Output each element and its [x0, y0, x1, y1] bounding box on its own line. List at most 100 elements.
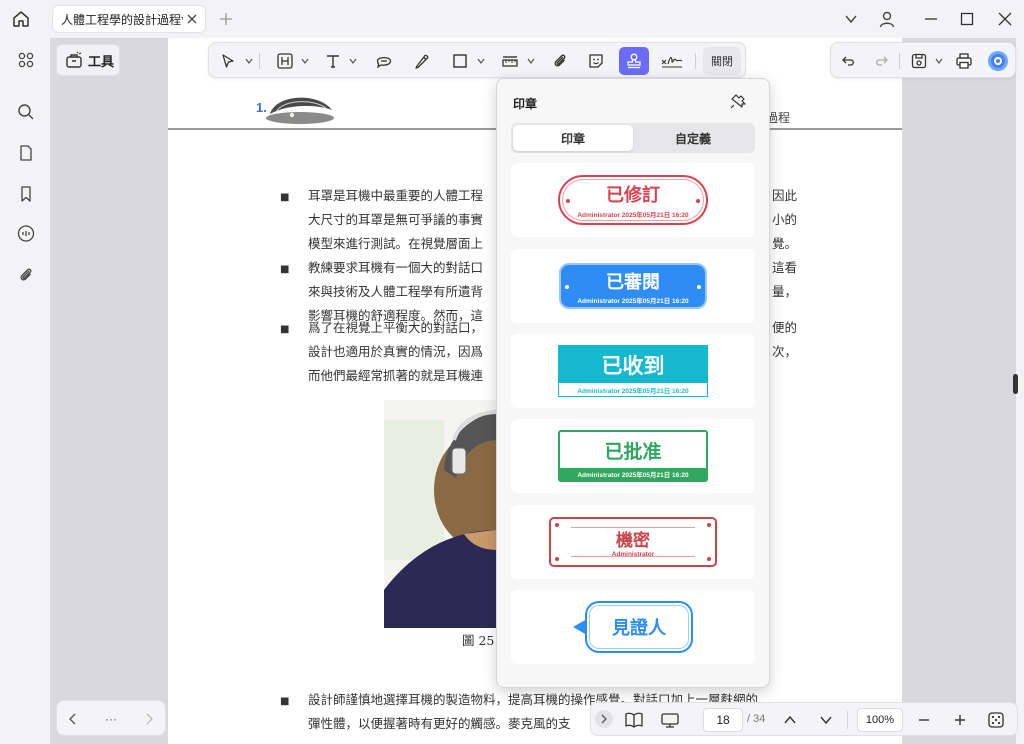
- stamp-received-card[interactable]: 已收到 Administrator 2025年05月21日 16:20: [511, 334, 755, 408]
- measure-tool-caret[interactable]: [527, 57, 535, 65]
- figure-image: [384, 400, 498, 628]
- oyster-logo: [262, 90, 338, 126]
- save-button[interactable]: [907, 47, 931, 75]
- plus-icon: [220, 13, 232, 25]
- close-window-button[interactable]: [994, 8, 1016, 30]
- tools-button[interactable]: 工具: [56, 44, 120, 76]
- new-tab-button[interactable]: [216, 9, 236, 29]
- chevron-right-icon: [146, 713, 153, 725]
- tab-stamps[interactable]: 印章: [513, 125, 633, 151]
- account-button[interactable]: [876, 8, 898, 30]
- next-button[interactable]: [139, 709, 159, 729]
- toolbar-divider: [695, 53, 696, 69]
- stamp-tool[interactable]: [619, 47, 649, 75]
- document-tab-label: 人體工程學的設計過程*: [61, 12, 183, 27]
- sidebar-pager: ···: [56, 700, 166, 736]
- text-icon: [327, 55, 339, 68]
- shape-tool-caret[interactable]: [477, 57, 485, 65]
- ai-assistant-icon: [988, 51, 1008, 71]
- toolbox-icon: [66, 51, 82, 68]
- stamp-reviewed: 已審閱 Administrator 2025年05月21日 16:20: [559, 263, 707, 309]
- stamp-revised-card[interactable]: 已修訂 Administrator 2025年05月21日 16:20: [511, 163, 755, 237]
- annotation-toolbar: 關閉: [208, 42, 746, 78]
- shape-tool[interactable]: [447, 47, 473, 75]
- zoom-out-button[interactable]: [913, 709, 935, 731]
- window-menu-button[interactable]: [840, 8, 862, 30]
- vertical-scrollbar-thumb[interactable]: [1013, 374, 1018, 394]
- presentation-icon: [661, 713, 679, 728]
- print-button[interactable]: [951, 47, 977, 75]
- close-toolbar-button[interactable]: 關閉: [703, 47, 741, 75]
- minimize-button[interactable]: [920, 8, 942, 30]
- tab-custom[interactable]: 自定義: [633, 125, 753, 151]
- highlight-tool[interactable]: [273, 47, 297, 75]
- page-number-input[interactable]: 18: [703, 708, 743, 732]
- stamp-icon: [627, 53, 641, 69]
- previous-button[interactable]: [63, 709, 83, 729]
- search-button[interactable]: [14, 100, 38, 124]
- close-tab-button[interactable]: [183, 10, 201, 28]
- chevron-right-icon: [601, 714, 607, 724]
- fit-page-icon: [988, 712, 1004, 728]
- thumbnails-button[interactable]: [14, 48, 38, 72]
- stamp-received: 已收到 Administrator 2025年05月21日 16:20: [558, 345, 708, 397]
- maximize-button[interactable]: [956, 8, 978, 30]
- reading-mode-button[interactable]: [623, 709, 645, 731]
- chevron-down-icon: [527, 58, 535, 64]
- stamp-approved-card[interactable]: 已批准 Administrator 2025年05月21日 16:20: [511, 419, 755, 493]
- zoom-level-input[interactable]: 100%: [857, 708, 903, 732]
- zoom-in-button[interactable]: [949, 709, 971, 731]
- pages-button[interactable]: [14, 141, 38, 165]
- stamp-panel-title: 印章: [513, 97, 538, 111]
- undo-icon: [842, 56, 854, 66]
- next-page-button[interactable]: [815, 709, 837, 731]
- fit-page-button[interactable]: [985, 709, 1007, 731]
- stamp-revised: 已修訂 Administrator 2025年05月21日 16:20: [558, 175, 708, 225]
- right-toolbar: [830, 42, 1016, 78]
- collapse-bar-button[interactable]: [595, 710, 613, 728]
- stamp-text: 已審閱: [606, 271, 660, 292]
- save-options-caret[interactable]: [935, 57, 943, 65]
- redo-button[interactable]: [869, 47, 893, 75]
- bookmark-icon: [21, 186, 31, 202]
- text-tool-caret[interactable]: [349, 57, 357, 65]
- stamp-witness-card[interactable]: 見證人: [511, 590, 755, 664]
- more-button[interactable]: ···: [101, 709, 121, 729]
- signature-tool[interactable]: [657, 47, 687, 75]
- book-icon: [625, 712, 643, 728]
- stamp-text: 已收到: [559, 346, 707, 383]
- pin-icon: [730, 94, 746, 109]
- ai-assistant-button[interactable]: [985, 47, 1011, 75]
- pin-panel-button[interactable]: [729, 91, 749, 111]
- cursor-icon: [222, 54, 234, 68]
- text-tool[interactable]: [321, 47, 345, 75]
- presentation-button[interactable]: [659, 709, 681, 731]
- paragraph-1-right: 因此 小的 覺。: [772, 188, 798, 251]
- measure-tool[interactable]: [497, 47, 523, 75]
- plus-icon: [955, 715, 965, 725]
- highlight-tool-caret[interactable]: [301, 57, 309, 65]
- attach-tool[interactable]: [547, 47, 573, 75]
- stamp-text: 見證人: [585, 601, 693, 653]
- select-tool-caret[interactable]: [245, 57, 253, 65]
- stamp-reviewed-card[interactable]: 已審閱 Administrator 2025年05月21日 16:20: [511, 249, 755, 323]
- paperclip-icon: [20, 268, 32, 281]
- toolbar-divider: [847, 711, 848, 729]
- document-tab[interactable]: 人體工程學的設計過程*: [52, 5, 206, 33]
- stamp-panel: 印章 印章 自定義 已修訂 Administrator 2025年05月21日 …: [496, 78, 770, 688]
- home-button[interactable]: [10, 8, 32, 30]
- attachments-button[interactable]: [14, 263, 38, 287]
- stamp-approved: 已批准 Administrator 2025年05月21日 16:20: [558, 430, 708, 482]
- undo-button[interactable]: [837, 47, 861, 75]
- comment-tool[interactable]: [371, 47, 397, 75]
- previous-page-button[interactable]: [779, 709, 801, 731]
- pen-tool[interactable]: [409, 47, 435, 75]
- sticker-tool[interactable]: [583, 47, 609, 75]
- search-icon: [18, 104, 34, 120]
- bookmarks-button[interactable]: [14, 182, 38, 206]
- chevron-down-icon: [477, 58, 485, 64]
- stamp-confidential-card[interactable]: 機密 Administrator: [511, 505, 755, 579]
- select-tool[interactable]: [217, 47, 239, 75]
- comments-button[interactable]: [14, 222, 38, 246]
- user-icon: [879, 11, 895, 28]
